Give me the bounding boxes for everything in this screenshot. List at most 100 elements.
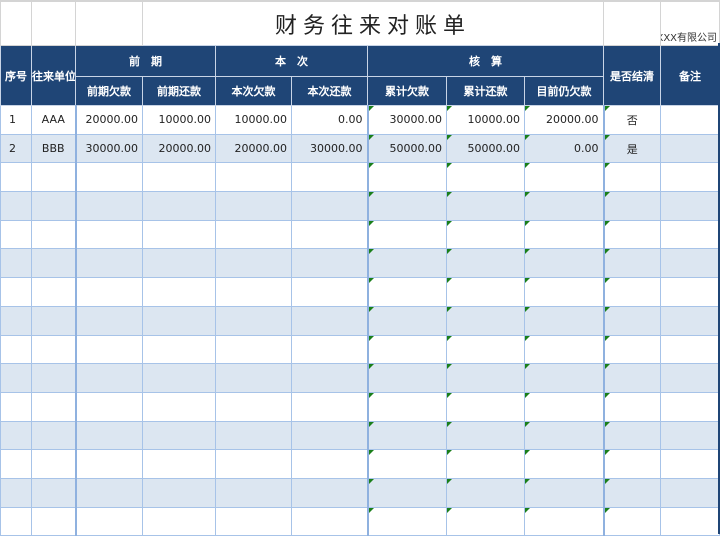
cell-prev-owed[interactable] [74,449,143,479]
cell-curr-repaid[interactable] [291,449,368,479]
cell-curr-repaid[interactable] [291,391,368,422]
cell-remark[interactable] [660,420,720,451]
cell-seq[interactable] [0,191,32,221]
cell-still-owed[interactable] [523,391,605,422]
header-total-owed[interactable]: 累计欠款 [367,76,447,106]
cell-prev-repaid[interactable] [142,506,216,536]
cell-prev-repaid[interactable]: 10000.00 [142,105,216,135]
cell-unit[interactable] [31,334,76,365]
cell-still-owed[interactable] [523,477,605,508]
cell-unit[interactable] [31,420,76,451]
cell-total-owed[interactable] [366,420,447,451]
cell[interactable] [603,0,662,46]
cell-total-owed[interactable] [366,248,447,279]
cell-seq[interactable] [0,477,32,508]
cell-total-owed[interactable] [366,219,447,250]
cell-total-repaid[interactable] [446,334,525,365]
cell-total-owed[interactable] [366,477,447,508]
cell-unit[interactable] [31,391,76,422]
cell-prev-owed[interactable] [74,363,143,393]
cell-total-owed[interactable] [366,506,447,536]
cell-total-owed[interactable] [366,449,447,479]
header-prev-owed[interactable]: 前期欠款 [75,76,143,106]
cell-prev-owed[interactable] [74,420,143,451]
cell-prev-repaid[interactable] [142,334,216,365]
header-settled[interactable]: 是否结清 [603,45,662,106]
cell-still-owed[interactable] [523,449,605,479]
cell-prev-owed[interactable] [74,219,143,250]
cell-curr-owed[interactable] [215,305,292,336]
cell-total-owed[interactable] [366,391,447,422]
cell-still-owed[interactable] [523,506,605,536]
cell-total-owed[interactable]: 30000.00 [366,105,447,135]
cell-remark[interactable] [660,191,720,221]
cell-prev-repaid[interactable] [142,449,216,479]
cell-remark[interactable] [660,248,720,279]
cell-curr-repaid[interactable] [291,305,368,336]
cell-seq[interactable] [0,219,32,250]
cell-total-owed[interactable]: 50000.00 [366,133,447,164]
header-remark[interactable]: 备注 [660,45,720,106]
cell-prev-repaid[interactable] [142,219,216,250]
cell-total-owed[interactable] [366,277,447,307]
cell-prev-repaid[interactable] [142,248,216,279]
cell-settled[interactable] [602,363,662,393]
cell-remark[interactable] [660,219,720,250]
cell-curr-owed[interactable] [215,277,292,307]
cell-still-owed[interactable]: 20000.00 [523,105,605,135]
cell-curr-repaid[interactable] [291,191,368,221]
cell-seq[interactable] [0,305,32,336]
cell-unit[interactable] [31,305,76,336]
cell-total-repaid[interactable] [446,420,525,451]
cell-settled[interactable] [602,506,662,536]
cell-remark[interactable] [660,391,720,422]
header-prev-repaid[interactable]: 前期还款 [142,76,216,106]
cell-settled[interactable] [602,162,662,193]
cell-total-repaid[interactable] [446,248,525,279]
cell-total-owed[interactable] [366,334,447,365]
cell-settled[interactable] [602,477,662,508]
cell-settled[interactable] [602,449,662,479]
cell[interactable] [0,0,32,46]
cell-total-repaid[interactable]: 50000.00 [446,133,525,164]
cell-total-repaid[interactable] [446,477,525,508]
cell-seq[interactable]: 1 [0,105,32,135]
cell-total-repaid[interactable] [446,391,525,422]
cell-still-owed[interactable] [523,162,605,193]
cell-unit[interactable] [31,449,76,479]
cell-curr-owed[interactable] [215,506,292,536]
cell-seq[interactable] [0,334,32,365]
header-total-repaid[interactable]: 累计还款 [446,76,525,106]
cell-unit[interactable] [31,477,76,508]
cell-curr-owed[interactable]: 10000.00 [215,105,292,135]
cell-total-repaid[interactable] [446,506,525,536]
cell[interactable] [31,0,76,46]
cell-still-owed[interactable] [523,334,605,365]
cell-total-repaid[interactable] [446,449,525,479]
header-group-check[interactable]: 核 算 [366,45,605,77]
header-curr-repaid[interactable]: 本次还款 [291,76,368,106]
cell-prev-repaid[interactable] [142,305,216,336]
cell-seq[interactable] [0,449,32,479]
cell-curr-owed[interactable] [215,477,292,508]
cell-still-owed[interactable] [523,219,605,250]
sheet-title[interactable]: 财务往来对账单 [141,0,605,46]
cell-total-owed[interactable] [366,191,447,221]
cell-curr-owed[interactable] [215,219,292,250]
cell-settled[interactable] [602,391,662,422]
cell-seq[interactable] [0,248,32,279]
cell-prev-repaid[interactable] [142,162,216,193]
cell-unit[interactable]: BBB [31,133,76,164]
cell-curr-owed[interactable] [215,334,292,365]
cell-total-repaid[interactable] [446,363,525,393]
cell-total-repaid[interactable] [446,277,525,307]
cell-settled[interactable] [602,191,662,221]
cell-curr-repaid[interactable]: 0.00 [291,105,368,135]
cell-total-repaid[interactable]: 10000.00 [446,105,525,135]
cell-curr-owed[interactable]: 20000.00 [215,133,292,164]
cell-still-owed[interactable] [523,248,605,279]
cell-curr-owed[interactable] [215,420,292,451]
header-still-owed[interactable]: 目前仍欠款 [523,76,605,106]
cell-remark[interactable] [660,449,720,479]
cell-curr-repaid[interactable] [291,248,368,279]
